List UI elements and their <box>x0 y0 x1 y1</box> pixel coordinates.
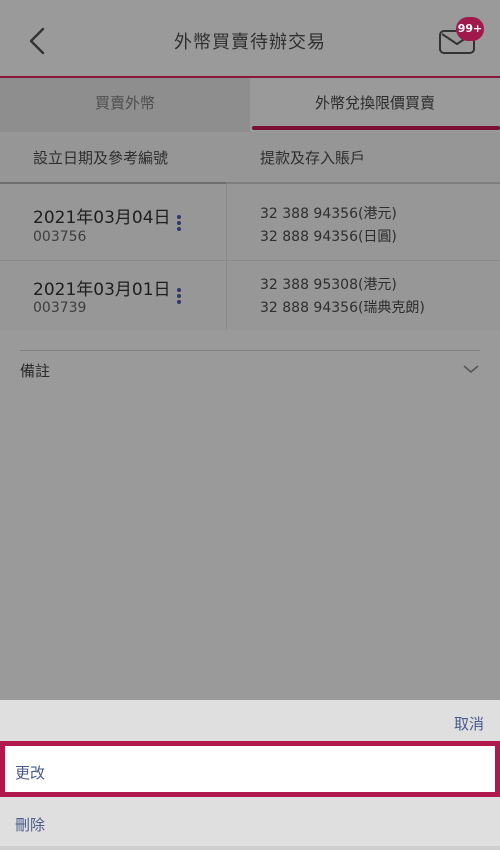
edit-option-label: 更改 <box>15 764 46 782</box>
cancel-button[interactable]: 取消 <box>454 713 484 734</box>
delete-option-button[interactable]: 刪除 <box>15 814 45 835</box>
tab-fx-limit-order[interactable]: 外幣兌換限價買賣 <box>250 78 500 132</box>
kebab-menu-icon[interactable] <box>176 288 182 308</box>
remark-label: 備註 <box>20 362 51 380</box>
column-header-date-ref: 設立日期及參考編號 <box>33 149 169 167</box>
active-tab-indicator <box>252 126 500 130</box>
row-to-account: 32 888 94356(日圓) <box>260 229 397 245</box>
row-date: 2021年03月01日 <box>33 280 171 300</box>
row-from-account: 32 388 95308(港元) <box>260 277 397 293</box>
column-divider <box>226 184 227 330</box>
page-title: 外幣買賣待辦交易 <box>174 32 326 53</box>
kebab-menu-icon[interactable] <box>176 215 182 235</box>
row-from-account: 32 388 94356(港元) <box>260 206 397 222</box>
top-bar: 外幣買賣待辦交易 99+ <box>0 0 500 78</box>
tab-buy-sell-fx[interactable]: 買賣外幣 <box>0 78 250 132</box>
chevron-down-icon[interactable] <box>463 364 479 374</box>
remark-divider <box>20 350 480 351</box>
table-header: 設立日期及參考編號 提款及存入賬戶 <box>0 132 500 184</box>
row-to-account: 32 888 94356(瑞典克朗) <box>260 300 425 316</box>
column-header-accounts: 提款及存入賬戶 <box>260 149 366 167</box>
notification-badge: 99+ <box>456 17 484 41</box>
sheet-bottom-edge <box>0 846 500 850</box>
row-reference: 003739 <box>33 300 87 316</box>
app-screen: 外幣買賣待辦交易 99+ 買賣外幣 外幣兌換限價買賣 設立日期及參考編號 提款及… <box>0 0 500 850</box>
row-date: 2021年03月04日 <box>33 208 171 228</box>
edit-option-button[interactable]: 更改 <box>0 741 500 797</box>
tab-bar: 買賣外幣 外幣兌換限價買賣 <box>0 78 500 132</box>
row-reference: 003756 <box>33 229 87 245</box>
row-divider <box>0 260 500 261</box>
